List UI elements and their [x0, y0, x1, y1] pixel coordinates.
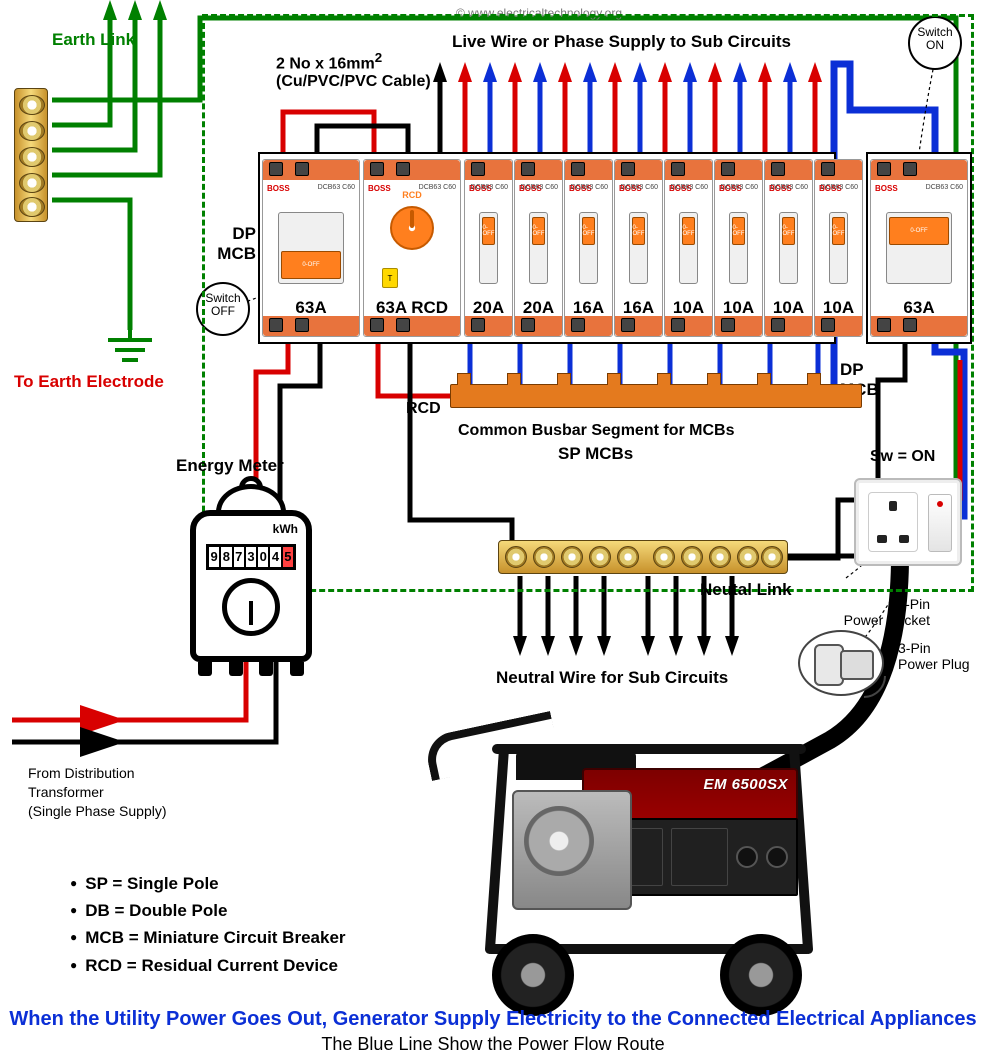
from-dist-1: From Distribution — [28, 764, 167, 783]
energy-meter: kWh 9 8 7 3 0 4 5 — [190, 510, 312, 662]
label-socket: 3-Pin Power Socket — [820, 596, 930, 628]
generator-model: EM 6500SX — [703, 776, 788, 793]
arrow-down-icon — [569, 636, 583, 656]
label-sp-mcbs: SP MCBs — [558, 444, 633, 464]
label-plug: 3-Pin Power Plug — [898, 640, 970, 672]
sp-breaker: BOSSDCB63 C600-OFF16A — [614, 159, 663, 337]
meter-digit: 5 — [283, 547, 293, 567]
gen-dp-mcb-breaker: BOSSDCB63 C600-OFF63A — [870, 159, 968, 337]
from-dist-3: (Single Phase Supply) — [28, 802, 167, 821]
sp-breaker: BOSSDCB63 C600-OFF16A — [564, 159, 613, 337]
main-dp-mcb-breaker: BOSSDCB63 C600-OFF63A — [262, 159, 360, 337]
label-neutral-link: Neutal Link — [700, 580, 792, 600]
legend-item: RCD = Residual Current Device — [70, 952, 346, 979]
label-energy-meter: Energy Meter — [176, 456, 284, 476]
caption-main: When the Utility Power Goes Out, Generat… — [0, 1008, 986, 1031]
meter-display: 9 8 7 3 0 4 5 — [206, 544, 296, 570]
neutral-link-bar — [498, 540, 788, 574]
label-busbar-segment: Common Busbar Segment for MCBs — [458, 422, 734, 440]
busbar-segment — [450, 384, 862, 408]
wheel-icon — [720, 934, 802, 1016]
arrow-up-icon — [103, 0, 117, 20]
label-dp-mcb-left: DP MCB — [210, 224, 256, 264]
legend-item: MCB = Miniature Circuit Breaker — [70, 924, 346, 951]
sp-breaker: BOSSDCB63 C600-OFF10A — [764, 159, 813, 337]
legend-item: SP = Single Pole — [70, 870, 346, 897]
label-earth-electrode: To Earth Electrode — [14, 372, 164, 392]
sp-breaker: BOSSDCB63 C600-OFF20A — [514, 159, 563, 337]
sp-breaker: BOSSDCB63 C600-OFF10A — [714, 159, 763, 337]
arrow-down-icon — [541, 636, 555, 656]
power-socket-3pin — [854, 478, 962, 566]
arrow-down-icon — [725, 636, 739, 656]
meter-digit: 8 — [221, 547, 233, 567]
sp-breaker: BOSSDCB63 C600-OFF20A — [464, 159, 513, 337]
sp-breaker: BOSSDCB63 C600-OFF10A — [814, 159, 863, 337]
plug-icon — [798, 630, 884, 696]
label-earth-link: Earth Link — [52, 30, 135, 50]
socket-switch — [928, 494, 952, 552]
label-from-distribution: From Distribution Transformer (Single Ph… — [28, 764, 167, 821]
meter-digit: 4 — [270, 547, 282, 567]
meter-unit: kWh — [273, 522, 298, 536]
sp-breaker: BOSSDCB63 C600-OFF10A — [664, 159, 713, 337]
arrow-up-icon — [128, 0, 142, 20]
label-rcd: RCD — [406, 400, 441, 418]
arrow-down-icon — [513, 636, 527, 656]
arrow-down-icon — [697, 636, 711, 656]
rcd-breaker: BOSSDCB63 C60RCDT63A RCD — [363, 159, 461, 337]
meter-digit: 9 — [209, 547, 221, 567]
arrow-down-icon — [597, 636, 611, 656]
generator: EM 6500SX — [456, 726, 846, 1016]
from-dist-2: Transformer — [28, 783, 167, 802]
arrow-down-icon — [669, 636, 683, 656]
arrow-down-icon — [641, 636, 655, 656]
legend-item: DB = Double Pole — [70, 897, 346, 924]
caption-sub: The Blue Line Show the Power Flow Route — [0, 1034, 986, 1055]
wheel-icon — [492, 934, 574, 1016]
label-sw-on: Sw = ON — [870, 448, 935, 466]
meter-dial-icon — [222, 578, 280, 636]
arrow-up-icon — [153, 0, 167, 20]
generator-engine-icon — [512, 790, 632, 910]
meter-digit: 0 — [258, 547, 270, 567]
meter-digit: 7 — [234, 547, 246, 567]
legend: SP = Single Pole DB = Double Pole MCB = … — [70, 870, 346, 979]
label-neutral-wire: Neutral Wire for Sub Circuits — [496, 668, 728, 688]
earth-busbar — [14, 88, 48, 222]
meter-digit: 3 — [246, 547, 258, 567]
